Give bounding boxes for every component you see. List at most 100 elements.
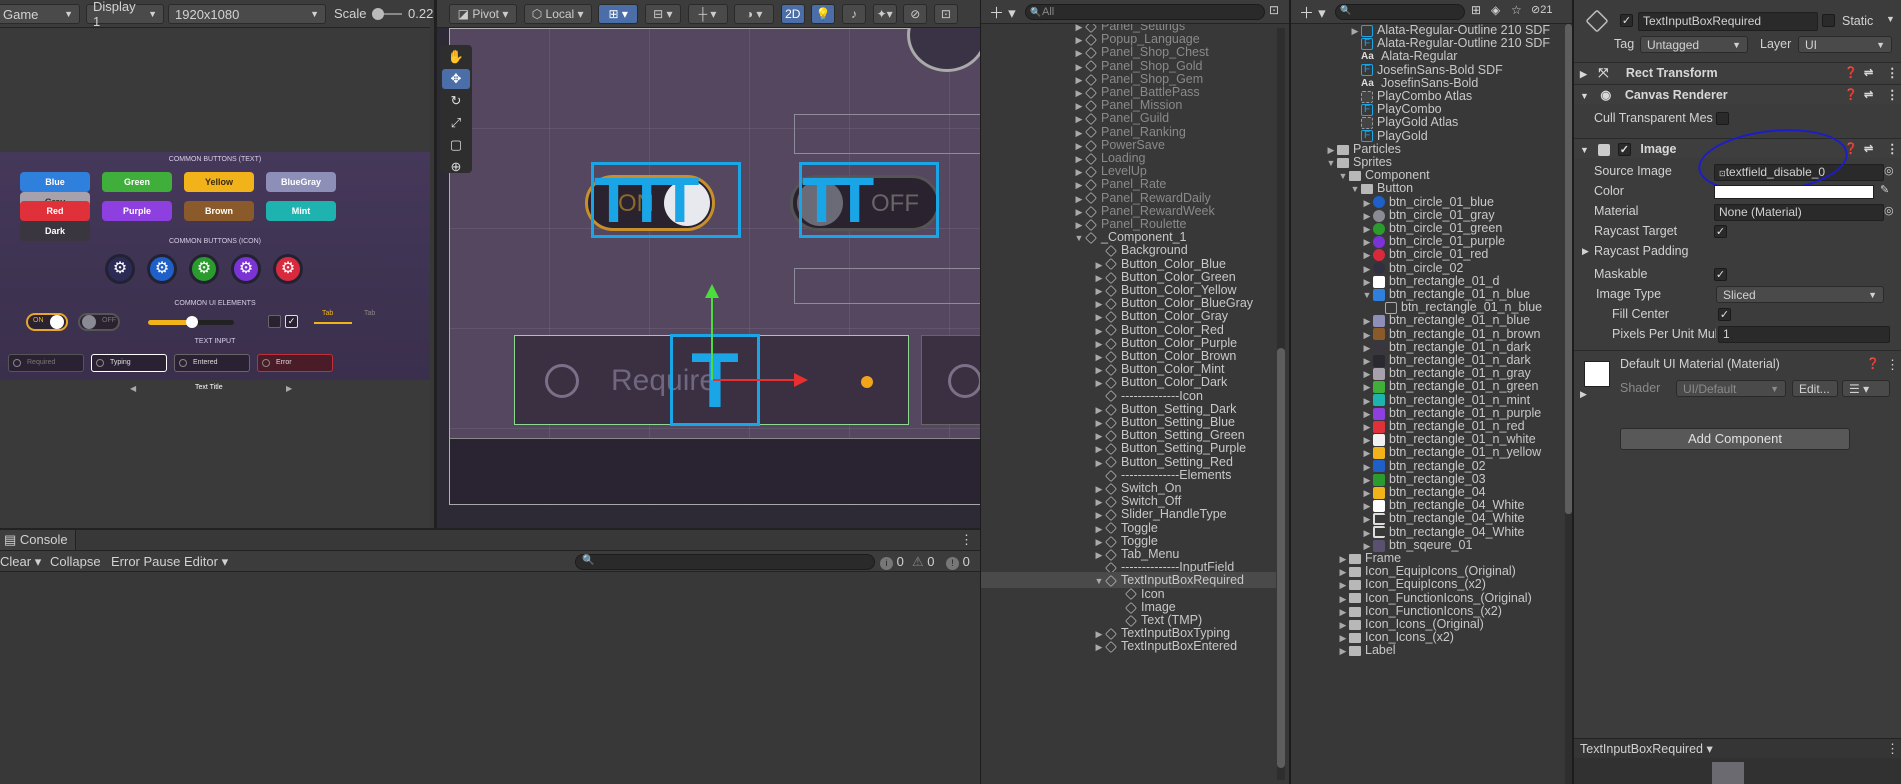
slider-handle[interactable] <box>186 316 198 328</box>
layer-dropdown[interactable]: UI ▼ <box>1798 36 1892 53</box>
move-gizmo-y-arrow-icon[interactable] <box>705 284 719 298</box>
move-tool-icon[interactable]: ✥ <box>442 69 470 89</box>
rotate-tool-icon[interactable]: ↻ <box>442 91 470 111</box>
maskable-checkbox[interactable]: ✓ <box>1714 268 1727 281</box>
color-button-red[interactable]: Red <box>20 201 90 221</box>
text-input-typing[interactable]: Typing <box>91 354 167 372</box>
rect-transform-header[interactable]: ▶ ⤧ Rect Transform ❓ ⇌ ⋮ <box>1574 62 1901 82</box>
console-search-input[interactable]: 🔍 <box>575 554 875 570</box>
object-name-field[interactable]: TextInputBoxRequired <box>1638 12 1818 31</box>
log-count[interactable]: i 0 <box>880 554 904 570</box>
collapse-button[interactable]: Collapse <box>50 554 101 569</box>
raycast-padding-fold-icon[interactable]: ▶ <box>1582 246 1589 257</box>
gear-icon[interactable]: ⚙ <box>231 254 261 284</box>
image-type-dropdown[interactable]: Sliced ▼ <box>1716 286 1884 303</box>
pager-prev-icon[interactable]: ◀ <box>130 384 136 393</box>
hierarchy-scrollbar-thumb[interactable] <box>1277 348 1285 768</box>
create-button[interactable]: ＋ ▾ <box>989 2 1016 23</box>
scale-tool-icon[interactable]: ⤢ <box>442 113 470 133</box>
color-button-brown[interactable]: Brown <box>184 201 254 221</box>
toggle-on[interactable]: ✓ <box>285 315 298 328</box>
preset-icon[interactable]: ⇌ <box>1864 85 1873 105</box>
warning-count[interactable]: ⚠ 0 <box>912 554 935 570</box>
color-button-bluegray[interactable]: BlueGray <box>266 172 336 192</box>
audio-icon[interactable]: ♪ <box>842 4 866 24</box>
preview-title[interactable]: TextInputBoxRequired ▾ <box>1580 741 1713 756</box>
search-options-icon[interactable]: ⊡ <box>1269 3 1279 17</box>
color-button-blue[interactable]: Blue <box>20 172 90 192</box>
color-swatch[interactable] <box>1714 185 1874 199</box>
raycast-target-checkbox[interactable]: ✓ <box>1714 225 1727 238</box>
gear-icon[interactable]: ⚙ <box>105 254 135 284</box>
tab-1[interactable]: Tab <box>322 310 333 317</box>
move-gizmo-x-arrow-icon[interactable] <box>794 373 808 387</box>
switch-on[interactable]: ON <box>26 313 68 331</box>
preset-icon[interactable]: ⇌ <box>1864 63 1873 83</box>
lighting-icon[interactable]: 💡 <box>811 4 836 24</box>
switch-off[interactable]: OFF <box>78 313 120 331</box>
search-by-label-icon[interactable]: ◈ <box>1491 3 1500 17</box>
add-component-button[interactable]: Add Component <box>1620 428 1850 450</box>
effects-icon[interactable]: ✦▾ <box>872 4 897 24</box>
canvas-renderer-header[interactable]: ▼ ◉ Canvas Renderer ❓ ⇌ ⋮ <box>1574 84 1901 104</box>
transform-tool-icon[interactable]: ⊕ <box>442 157 470 177</box>
tag-dropdown[interactable]: Untagged ▼ <box>1640 36 1748 53</box>
fold-arrow-icon[interactable]: ▶ <box>1093 639 1105 654</box>
rect-tool-icon[interactable]: ▢ <box>442 135 470 155</box>
clear-button[interactable]: Clear ▾ <box>0 554 41 570</box>
project-item[interactable]: ▶ Label <box>1291 642 1565 658</box>
help-icon[interactable]: ❓ <box>1844 63 1858 83</box>
material-field[interactable]: None (Material) <box>1714 204 1884 221</box>
project-scrollbar-thumb[interactable] <box>1565 24 1572 514</box>
edit-shader-button[interactable]: Edit... <box>1792 380 1838 397</box>
static-checkbox[interactable] <box>1822 14 1835 27</box>
scale-slider-handle[interactable] <box>372 8 384 20</box>
image-enabled-checkbox[interactable]: ✓ <box>1617 143 1631 157</box>
kebab-menu-icon[interactable]: ⋮ <box>1886 85 1899 105</box>
search-by-type-icon[interactable]: ⊞ <box>1471 3 1481 17</box>
favorite-icon[interactable]: ☆ <box>1511 3 1522 17</box>
text-input-error[interactable]: Error <box>257 354 333 372</box>
color-button-mint[interactable]: Mint <box>266 201 336 221</box>
toggle-2d-button[interactable]: 2D <box>780 4 805 24</box>
gear-icon[interactable]: ⚙ <box>273 254 303 284</box>
kebab-menu-icon[interactable]: ⋮ <box>1886 741 1899 757</box>
project-scrollbar[interactable] <box>1565 24 1572 784</box>
pivot-toggle[interactable]: ◪ Pivot ▾ <box>449 4 517 24</box>
kebab-menu-icon[interactable]: ⋮ <box>1886 357 1899 373</box>
project-search-input[interactable]: 🔍 <box>1335 4 1465 20</box>
help-icon[interactable]: ❓ <box>1866 357 1880 370</box>
object-picker-icon[interactable]: ◎ <box>1884 204 1894 217</box>
kebab-menu-icon[interactable]: ⋮ <box>1886 139 1899 159</box>
snap-increment-button[interactable]: ⊟ ▾ <box>644 4 681 24</box>
static-dropdown-icon[interactable]: ▼ <box>1886 14 1895 24</box>
error-count[interactable]: ! 0 <box>946 554 970 570</box>
local-toggle[interactable]: ⬡ Local ▾ <box>523 4 592 24</box>
toggle-off[interactable] <box>268 315 281 328</box>
text-input-entered[interactable]: Entered <box>174 354 250 372</box>
slider-track[interactable] <box>148 316 234 328</box>
hierarchy-item[interactable]: ▶ TextInputBoxEntered <box>981 638 1276 654</box>
resolution-dropdown[interactable]: 1920x1080 ▼ <box>168 4 326 24</box>
tab-2[interactable]: Tab <box>364 310 375 317</box>
gear-icon[interactable]: ⚙ <box>147 254 177 284</box>
grid-button[interactable]: ┼ ▾ <box>687 4 728 24</box>
active-checkbox[interactable]: ✓ <box>1620 14 1633 27</box>
color-button-yellow[interactable]: Yellow <box>184 172 254 192</box>
help-icon[interactable]: ❓ <box>1844 85 1858 105</box>
shader-options-button[interactable]: ☰ ▾ <box>1842 380 1890 397</box>
game-view-dropdown[interactable]: Game ▼ <box>0 4 80 24</box>
kebab-menu-icon[interactable]: ⋮ <box>1886 63 1899 83</box>
cull-checkbox[interactable] <box>1716 112 1729 125</box>
fill-center-checkbox[interactable]: ✓ <box>1718 308 1731 321</box>
eyedropper-icon[interactable]: ✎ <box>1880 183 1889 196</box>
project-create-button[interactable]: ＋ ▾ <box>1299 2 1326 23</box>
hidden-objects-icon[interactable]: ⊘ <box>903 4 928 24</box>
gizmos-icon[interactable]: ⊡ <box>933 4 958 24</box>
editor-dropdown[interactable]: Editor ▾ <box>184 554 228 570</box>
console-menu-icon[interactable]: ⋮ <box>960 532 973 548</box>
scene-canvas[interactable]: ON TTT OFF TT Require T <box>437 28 983 528</box>
ppu-field[interactable]: 1 <box>1718 326 1890 343</box>
hierarchy-search-input[interactable]: 🔍 All <box>1025 4 1265 20</box>
display-dropdown[interactable]: Display 1 ▼ <box>86 0 164 29</box>
